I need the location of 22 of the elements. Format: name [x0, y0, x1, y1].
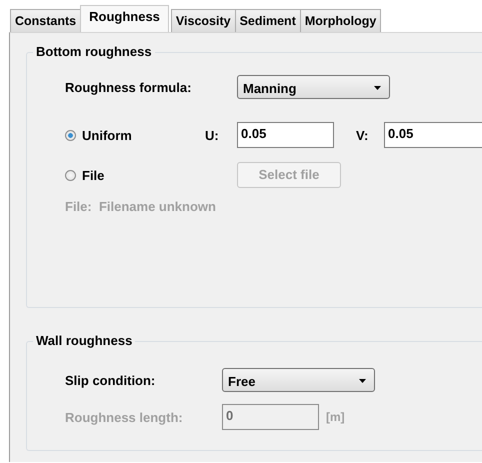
field-label: Roughness formula:	[65, 80, 192, 94]
field-label: V:	[356, 128, 370, 142]
caret-icon	[374, 86, 381, 90]
tab[interactable]: Viscosity	[170, 9, 236, 32]
field-label: U:	[205, 128, 220, 142]
caret-icon	[359, 379, 366, 383]
dropdown[interactable]: Manning	[237, 75, 390, 99]
file-status: File: Filename unknown	[65, 199, 217, 214]
group-title: Bottom roughness	[33, 44, 155, 59]
dropdown[interactable]: Free	[222, 368, 375, 392]
field-label: Slip condition:	[65, 372, 156, 388]
tab[interactable]: Roughness	[80, 5, 169, 32]
tab[interactable]: Constants	[10, 9, 82, 32]
tab[interactable]: Morphology	[300, 9, 382, 32]
tab[interactable]: Sediment	[234, 9, 301, 32]
radio-button[interactable]: Uniform	[65, 128, 205, 142]
group-title: Wall roughness	[33, 333, 136, 348]
radio-button[interactable]: File	[65, 168, 205, 182]
input-field[interactable]: 0.05	[384, 122, 482, 148]
unit-label: [m]	[326, 410, 345, 424]
input-field[interactable]: 0.05	[237, 122, 334, 148]
field-label: Roughness length:	[65, 410, 184, 424]
